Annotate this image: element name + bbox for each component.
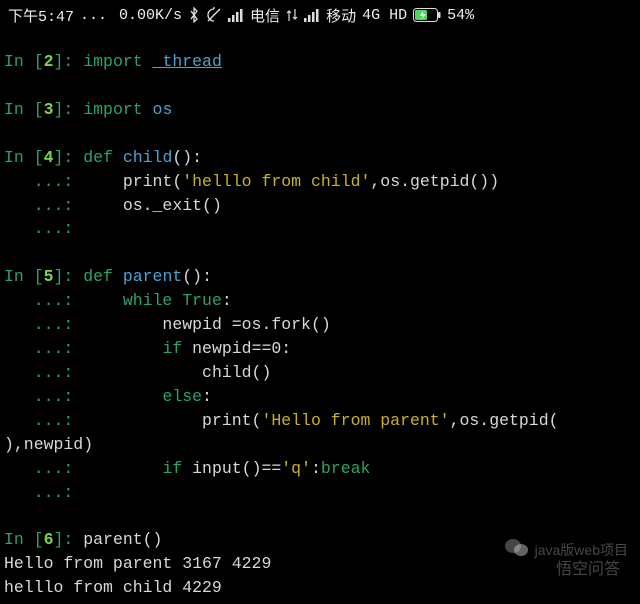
status-carrier-2: 移动	[326, 5, 356, 26]
code-line	[4, 505, 636, 529]
code-line: ...: if newpid==0:	[4, 337, 636, 361]
battery-icon	[413, 8, 441, 22]
battery-percent: 54%	[447, 7, 474, 24]
bluetooth-icon	[188, 7, 200, 23]
status-bar: 下午5:47 ... 0.00K/s 电信 移动 4G HD 54%	[0, 0, 640, 30]
code-line: ...: while True:	[4, 289, 636, 313]
status-speed: 0.00K/s	[119, 7, 182, 24]
code-line: helllo from child 4229	[4, 576, 636, 600]
data-transfer-icon	[286, 8, 298, 22]
code-line: ...: child()	[4, 361, 636, 385]
terminal-output[interactable]: In [2]: import _thread In [3]: import os…	[0, 30, 640, 604]
status-dots: ...	[80, 7, 107, 24]
code-line: ...: else:	[4, 385, 636, 409]
signal-bars-1-icon	[228, 8, 244, 22]
code-line: ...: newpid =os.fork()	[4, 313, 636, 337]
code-line: ...: print('helllo from child',os.getpid…	[4, 170, 636, 194]
code-line: ...: os._exit()	[4, 194, 636, 218]
code-line: ...:	[4, 481, 636, 505]
status-time: 下午5:47	[8, 5, 74, 26]
code-line	[4, 241, 636, 265]
code-line: ...: if input()=='q':break	[4, 457, 636, 481]
code-line: ),newpid)	[4, 433, 636, 457]
code-line: In [3]: import os	[4, 98, 636, 122]
code-line: ...:	[4, 217, 636, 241]
code-line	[4, 122, 636, 146]
wechat-icon	[505, 538, 529, 561]
watermark-text-2: 悟空问答	[556, 561, 620, 578]
signal-bars-2-icon	[304, 8, 320, 22]
mute-icon	[206, 7, 222, 23]
status-network: 4G HD	[362, 7, 407, 24]
code-line: In [2]: import _thread	[4, 50, 636, 74]
code-line: In [4]: def child():	[4, 146, 636, 170]
code-line: ...: print('Hello from parent',os.getpid…	[4, 409, 636, 433]
code-line	[4, 74, 636, 98]
status-carrier-1: 电信	[250, 5, 280, 26]
code-line: In [5]: def parent():	[4, 265, 636, 289]
watermark-wukong: 悟空问答	[556, 555, 620, 579]
